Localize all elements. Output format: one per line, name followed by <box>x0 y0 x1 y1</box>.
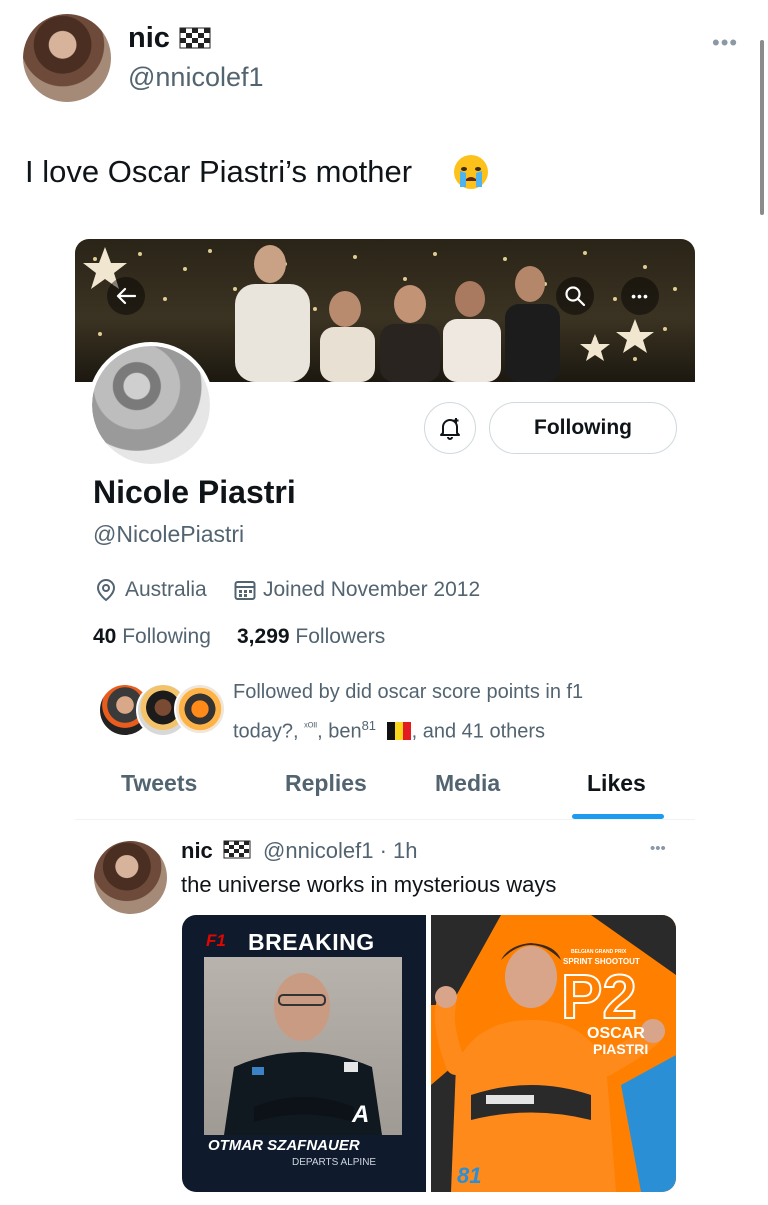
more-button[interactable]: ••• <box>621 277 659 315</box>
following-button-label: Following <box>534 416 632 439</box>
liked-tweet-more-icon[interactable]: ••• <box>650 840 666 857</box>
calendar-icon <box>234 581 256 600</box>
notifications-button[interactable] <box>424 402 476 454</box>
profile-joined: Joined November 2012 <box>263 578 481 601</box>
crying-face-icon <box>454 155 488 189</box>
liked-tweet-avatar[interactable] <box>94 841 167 914</box>
tab-media[interactable]: Media <box>435 770 500 797</box>
followers-count-link[interactable]: 3,299 Followers <box>237 625 385 649</box>
news-name: OTMAR SZAFNAUER <box>208 1137 360 1154</box>
followers-label: Followers <box>295 625 386 648</box>
tab-replies[interactable]: Replies <box>285 770 367 797</box>
news-subline: DEPARTS ALPINE <box>292 1157 377 1168</box>
person-photo <box>224 973 382 1135</box>
checkered-flag-icon <box>179 27 211 49</box>
media-image-left[interactable]: F1 BREAKING A OTMAR SZAFNAUER DEPARTS AL… <box>182 915 426 1192</box>
liked-tweet-time: · 1h <box>379 838 418 863</box>
tweet-text: I love Oscar Piastri’s mother <box>25 154 412 190</box>
followed-by-xoi: ˣᴼᴵᴵ <box>304 721 318 733</box>
driver-last-name: PIASTRI <box>593 1041 649 1057</box>
car-number: 81 <box>457 1163 482 1188</box>
profile-name: Nicole Piastri <box>93 474 296 510</box>
liked-tweet-header[interactable]: nic @nnicolef1 · 1h <box>181 838 418 864</box>
followed-by-sup: 81 <box>361 718 377 733</box>
followed-by-line2: today?, ˣᴼᴵᴵ, ben81 , and 41 others <box>233 709 673 749</box>
bell-plus-icon <box>440 418 460 440</box>
following-label: Following <box>122 625 211 648</box>
following-count: 40 <box>93 625 117 648</box>
followed-by-part-c: , and 41 others <box>411 720 546 743</box>
back-arrow-button[interactable] <box>107 277 145 315</box>
followed-by-part-a: today?, <box>233 720 305 743</box>
profile-avatar[interactable] <box>88 342 214 468</box>
more-options-icon[interactable]: ••• <box>712 30 738 56</box>
liked-tweet-author: nic <box>181 838 213 863</box>
following-count-link[interactable]: 40 Following <box>93 625 211 649</box>
event-label: BELGIAN GRAND PRIX <box>571 949 627 955</box>
followed-by-line1: Followed by did oscar score points in f1 <box>233 681 584 703</box>
profile-handle: @NicolePiastri <box>93 521 245 547</box>
back-arrow-icon <box>116 287 137 305</box>
position-label: P2 <box>560 963 638 1032</box>
checkered-flag-icon <box>223 840 251 859</box>
search-button[interactable] <box>556 277 594 315</box>
belgium-flag-icon <box>386 721 411 740</box>
tweet-text-content: I love Oscar Piastri’s mother <box>25 154 413 189</box>
profile-avatar-image <box>92 346 210 464</box>
location-pin-icon <box>96 578 116 602</box>
liked-tweet-handle: @nnicolef1 <box>263 838 374 863</box>
profile-location: Australia <box>125 578 207 601</box>
breaking-headline: BREAKING <box>248 929 375 955</box>
author-name[interactable]: nic <box>128 22 170 55</box>
author-handle[interactable]: @nnicolef1 <box>128 62 264 93</box>
author-avatar[interactable] <box>23 14 111 102</box>
followed-by-part-b: , ben <box>317 720 362 743</box>
alpine-logo: A <box>352 1101 370 1128</box>
followed-by-text[interactable]: Followed by did oscar score points in f1… <box>233 676 673 749</box>
news-photo <box>204 957 402 1135</box>
mutual-avatar <box>174 683 226 735</box>
more-icon: ••• <box>631 288 649 304</box>
followed-by-avatars[interactable] <box>98 683 226 737</box>
tabs-divider <box>75 819 695 820</box>
media-image-right[interactable]: BELGIAN GRAND PRIX SPRINT SHOOTOUT P2 OS… <box>431 915 676 1192</box>
search-icon <box>565 286 586 307</box>
f1-logo: F1 <box>206 931 226 950</box>
following-button[interactable]: Following <box>489 402 677 454</box>
tab-likes[interactable]: Likes <box>587 770 646 797</box>
followers-count: 3,299 <box>237 625 290 648</box>
tab-tweets[interactable]: Tweets <box>121 770 197 797</box>
liked-tweet-text: the universe works in mysterious ways <box>181 872 557 897</box>
author-name-text[interactable]: nic <box>128 22 170 54</box>
scrollbar[interactable] <box>760 40 764 215</box>
